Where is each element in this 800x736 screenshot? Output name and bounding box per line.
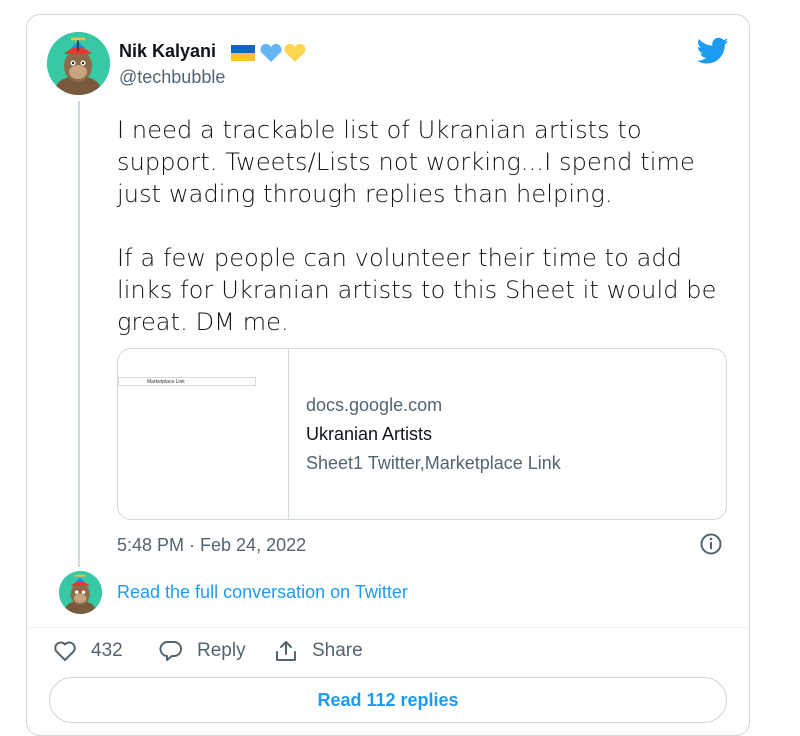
- tweet-timestamp[interactable]: 5:48 PM · Feb 24, 2022: [117, 535, 306, 556]
- link-description: Sheet1 Twitter,Marketplace Link: [306, 453, 561, 473]
- ukraine-flag-icon: [231, 45, 255, 61]
- tweet-card: Nik Kalyani @techbubble I need a trackab…: [26, 14, 750, 736]
- heart-icon: [54, 641, 76, 661]
- author-handle[interactable]: @techbubble: [119, 67, 225, 88]
- reply-button[interactable]: Reply: [159, 640, 246, 662]
- link-thumbnail: Marketplace Link: [118, 349, 289, 519]
- like-count: 432: [91, 640, 123, 661]
- read-replies-button[interactable]: Read 112 replies: [49, 677, 727, 723]
- thumbnail-text: Marketplace Link: [118, 377, 256, 386]
- divider: [27, 627, 749, 628]
- reply-label: Reply: [197, 640, 246, 661]
- read-conversation-link[interactable]: Read the full conversation on Twitter: [117, 582, 408, 603]
- author-name[interactable]: Nik Kalyani: [119, 41, 216, 62]
- like-button[interactable]: 432: [53, 640, 123, 662]
- twitter-bird-icon[interactable]: [696, 37, 729, 70]
- yellow-heart-icon: [284, 43, 306, 62]
- author-avatar-small[interactable]: [59, 571, 102, 614]
- author-avatar[interactable]: [47, 32, 110, 95]
- link-preview-card[interactable]: Marketplace Link docs.google.com Ukrania…: [117, 348, 727, 520]
- name-emojis: [231, 42, 317, 69]
- share-button[interactable]: Share: [274, 640, 363, 662]
- tweet-text: I need a trackable list of Ukranian arti…: [117, 116, 717, 336]
- link-domain: docs.google.com: [306, 395, 443, 415]
- info-icon[interactable]: [699, 532, 723, 561]
- link-title: Ukranian Artists: [306, 424, 433, 444]
- share-label: Share: [312, 640, 363, 661]
- share-icon: [276, 641, 296, 661]
- reply-icon: [159, 641, 182, 661]
- thread-line: [78, 101, 80, 567]
- blue-heart-icon: [260, 43, 282, 62]
